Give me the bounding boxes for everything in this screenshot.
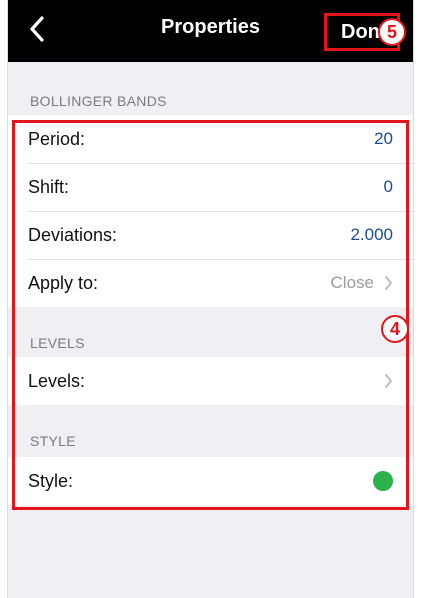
deviations-label: Deviations: <box>28 224 118 245</box>
apply-to-label: Apply to: <box>28 272 99 293</box>
chevron-right-icon <box>384 374 393 388</box>
period-row[interactable]: Period: 20 <box>8 115 413 163</box>
levels-row[interactable]: Levels: <box>8 357 413 405</box>
shift-value: 0 <box>383 177 393 196</box>
section-header-levels: LEVELS <box>30 335 85 351</box>
shift-label: Shift: <box>28 176 70 197</box>
bollinger-bands-group: Period: 20 Shift: 0 Deviations: 2.000 Ap… <box>8 115 413 307</box>
style-row[interactable]: Style: <box>8 457 413 505</box>
annotation-badge-4: 4 <box>381 315 409 343</box>
chevron-right-icon <box>384 276 393 290</box>
section-header-style: STYLE <box>30 433 76 449</box>
levels-label: Levels: <box>28 370 86 391</box>
shift-row[interactable]: Shift: 0 <box>8 163 413 211</box>
period-value: 20 <box>374 129 393 148</box>
apply-to-row[interactable]: Apply to: Close <box>8 259 413 307</box>
style-label: Style: <box>28 470 74 491</box>
levels-group: Levels: <box>8 357 413 405</box>
section-header-bollinger-bands: BOLLINGER BANDS <box>30 93 167 109</box>
annotation-badge-5: 5 <box>378 18 406 46</box>
style-group: Style: <box>8 457 413 505</box>
period-label: Period: <box>28 128 86 149</box>
style-color-swatch <box>373 471 393 491</box>
deviations-value: 2.000 <box>350 225 393 244</box>
apply-to-value: Close <box>330 273 374 292</box>
deviations-row[interactable]: Deviations: 2.000 <box>8 211 413 259</box>
properties-screen: Properties Done BOLLINGER BANDS Period: … <box>8 0 413 598</box>
navigation-bar: Properties Done <box>8 0 413 62</box>
